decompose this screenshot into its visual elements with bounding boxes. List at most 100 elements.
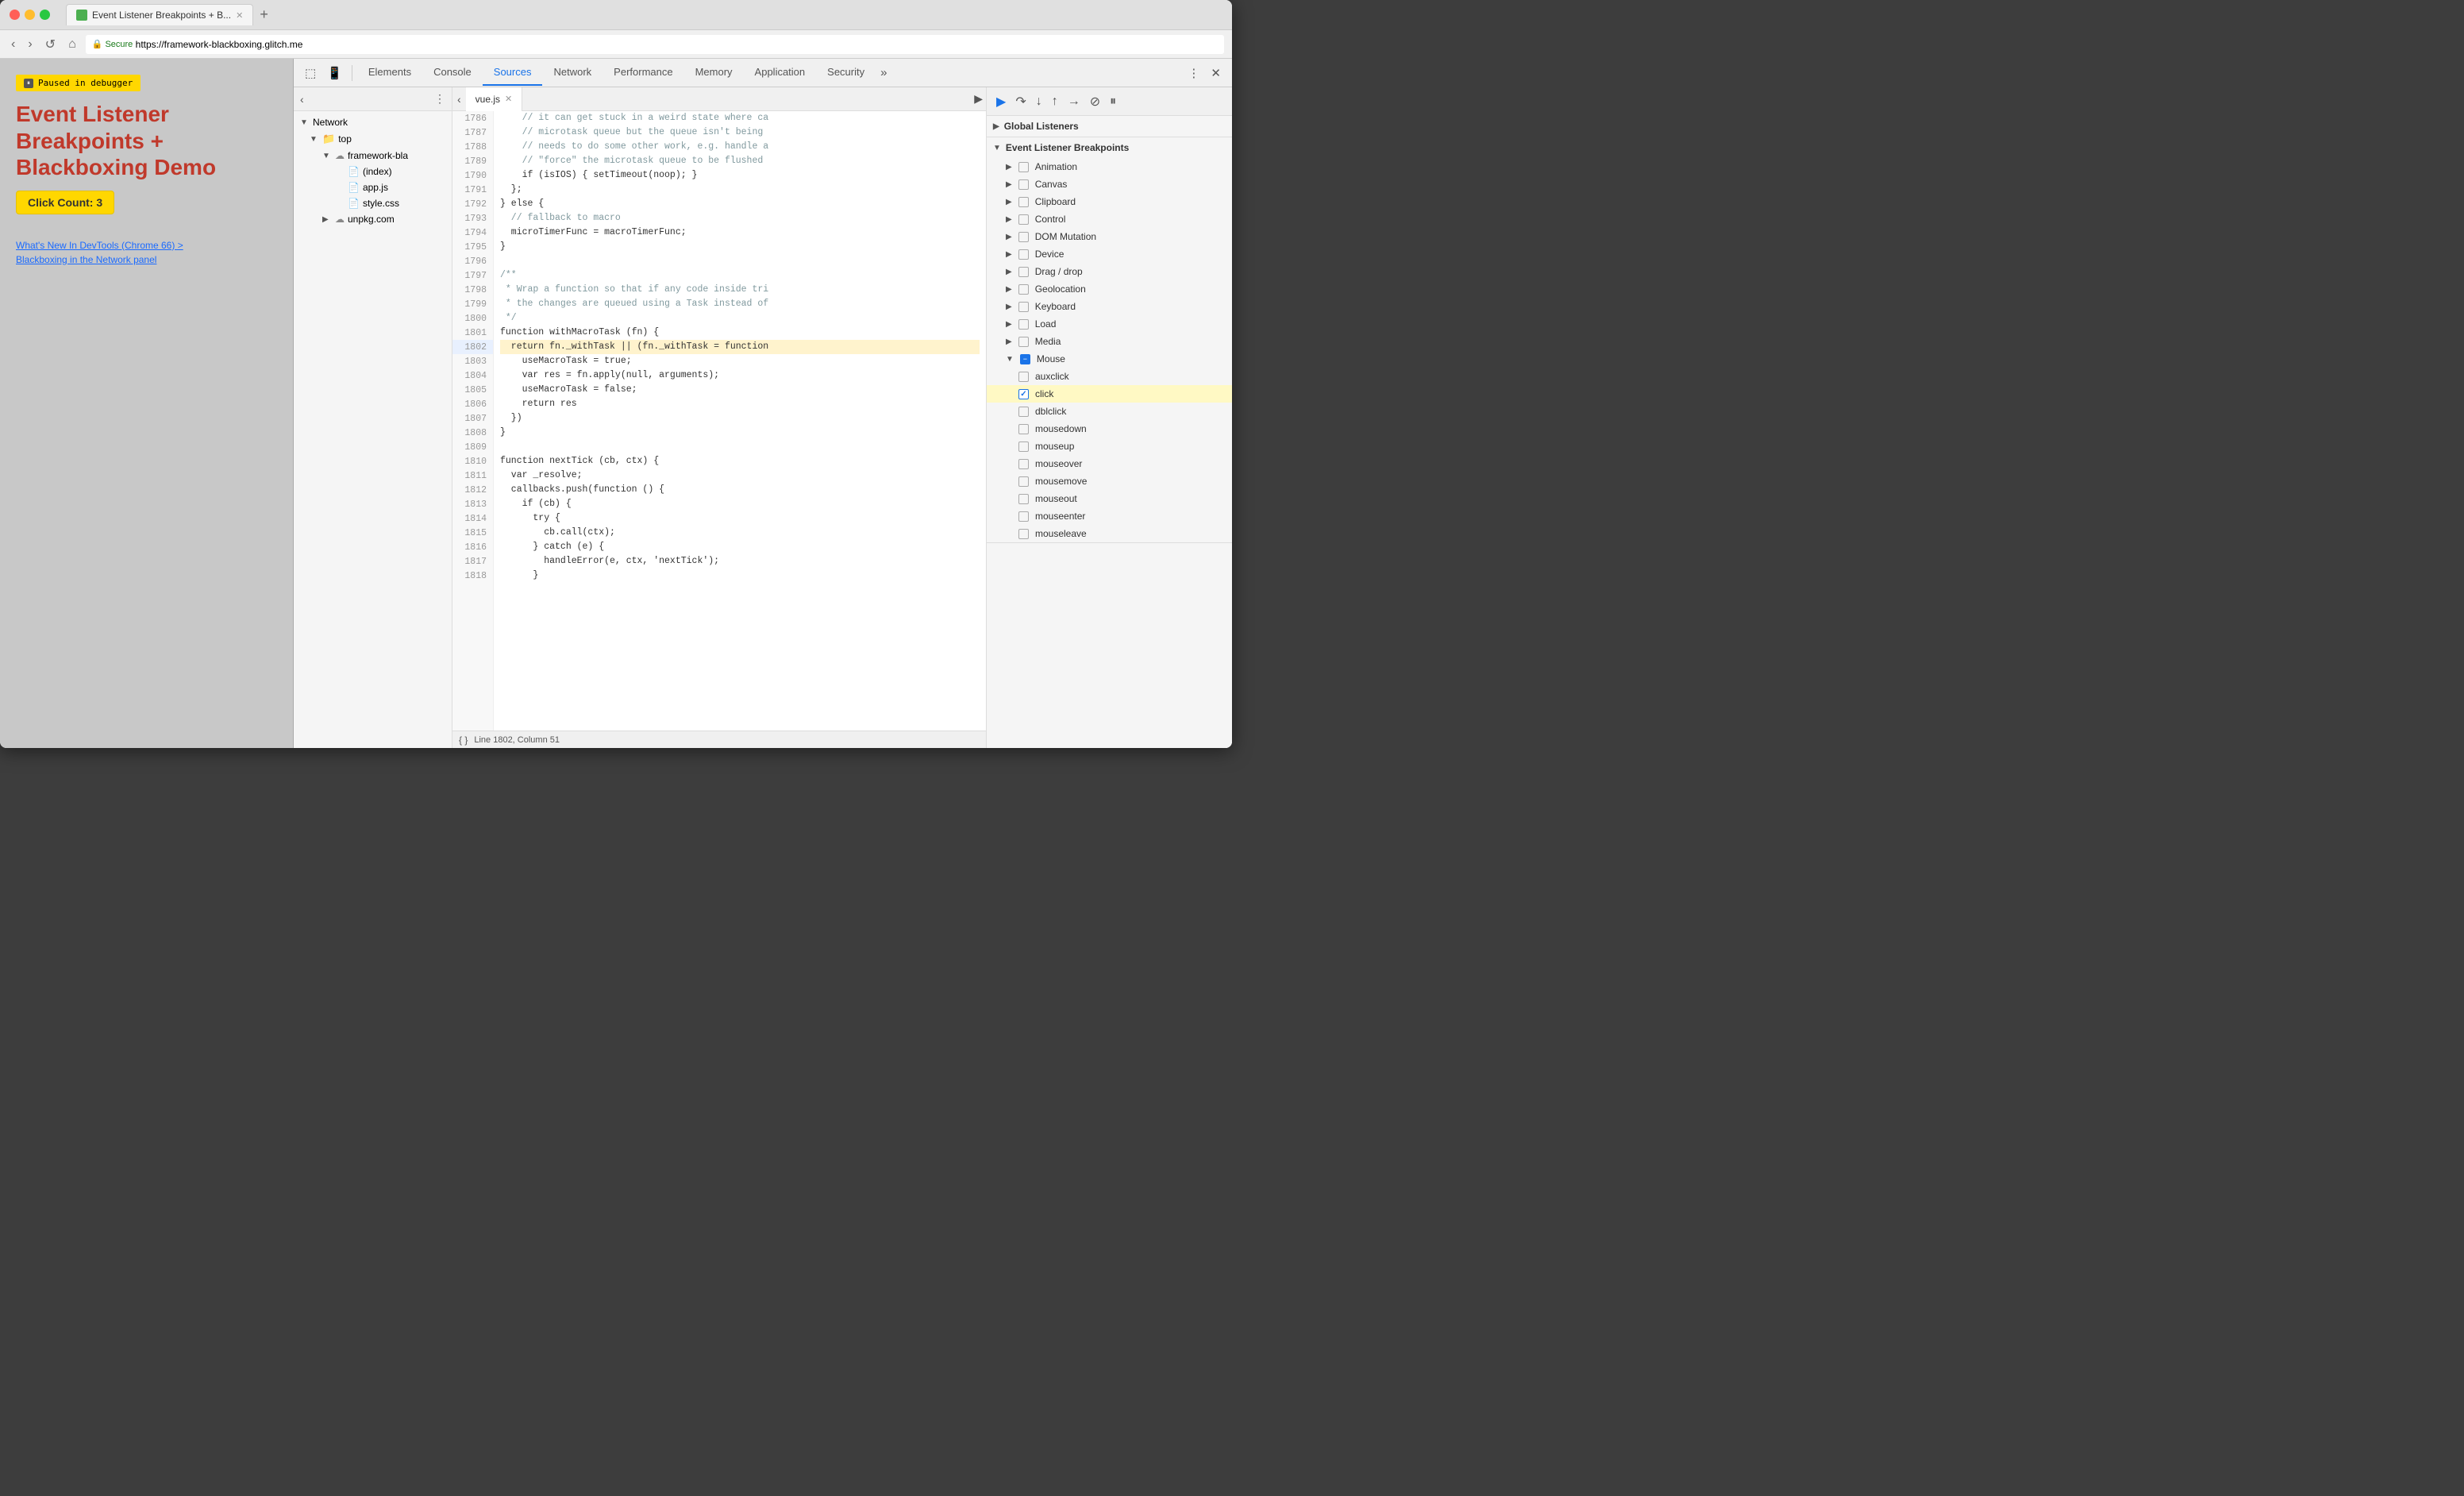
- global-listeners-header[interactable]: ▶ Global Listeners: [987, 116, 1232, 137]
- bp-auxclick[interactable]: auxclick: [987, 368, 1232, 385]
- close-devtools-button[interactable]: ✕: [1206, 63, 1226, 83]
- bp-mousemove[interactable]: mousemove: [987, 472, 1232, 490]
- bp-mousedown[interactable]: mousedown: [987, 420, 1232, 438]
- devtools-tabs: Elements Console Sources Network Perform…: [357, 60, 1182, 86]
- tab-application[interactable]: Application: [744, 60, 817, 86]
- devtools-link[interactable]: What's New In DevTools (Chrome 66) >: [16, 240, 277, 251]
- animation-checkbox[interactable]: [1018, 162, 1029, 172]
- bp-drag-drop[interactable]: ▶ Drag / drop: [987, 263, 1232, 280]
- tab-security[interactable]: Security: [816, 60, 876, 86]
- source-tab-close[interactable]: ✕: [505, 94, 512, 104]
- close-button[interactable]: [10, 10, 20, 20]
- pause-on-exceptions-button[interactable]: ⏸: [1107, 91, 1119, 112]
- bp-keyboard[interactable]: ▶ Keyboard: [987, 298, 1232, 315]
- bp-mouseover[interactable]: mouseover: [987, 455, 1232, 472]
- mouseup-checkbox[interactable]: [1018, 441, 1029, 452]
- new-tab-button[interactable]: +: [253, 6, 275, 23]
- bp-dblclick[interactable]: dblclick: [987, 403, 1232, 420]
- minimize-button[interactable]: [25, 10, 35, 20]
- geolocation-checkbox[interactable]: [1018, 284, 1029, 295]
- mousedown-checkbox[interactable]: [1018, 424, 1029, 434]
- mousemove-checkbox[interactable]: [1018, 476, 1029, 487]
- bp-click[interactable]: ✓ click: [987, 385, 1232, 403]
- step-into-button[interactable]: ↓: [1033, 91, 1045, 112]
- canvas-checkbox[interactable]: [1018, 179, 1029, 190]
- event-listener-header[interactable]: ▼ Event Listener Breakpoints: [987, 137, 1232, 158]
- deactivate-breakpoints-button[interactable]: ⊘: [1087, 91, 1103, 113]
- bp-media[interactable]: ▶ Media: [987, 333, 1232, 350]
- mouse-checkbox[interactable]: −: [1020, 354, 1030, 364]
- bp-device[interactable]: ▶ Device: [987, 245, 1232, 263]
- device-toolbar-button[interactable]: 📱: [322, 63, 347, 83]
- bp-dom-mutation[interactable]: ▶ DOM Mutation: [987, 228, 1232, 245]
- tab-memory[interactable]: Memory: [684, 60, 744, 86]
- more-tabs-button[interactable]: »: [876, 63, 891, 83]
- mouseenter-checkbox[interactable]: [1018, 511, 1029, 522]
- step-out-button[interactable]: ↑: [1049, 91, 1061, 112]
- bp-mouse[interactable]: ▼ − Mouse: [987, 350, 1232, 368]
- load-checkbox[interactable]: [1018, 319, 1029, 330]
- resume-button[interactable]: ▶: [993, 91, 1009, 113]
- step-button[interactable]: →: [1065, 91, 1084, 112]
- source-tab-vuejs[interactable]: vue.js ✕: [466, 87, 523, 111]
- drag-drop-checkbox[interactable]: [1018, 267, 1029, 277]
- bp-geolocation[interactable]: ▶ Geolocation: [987, 280, 1232, 298]
- format-button[interactable]: { }: [459, 735, 468, 746]
- customize-devtools-button[interactable]: ⋮: [1183, 63, 1204, 83]
- click-checkbox[interactable]: ✓: [1018, 389, 1029, 399]
- file-tree-stylecss[interactable]: ▶ 📄 style.css: [294, 195, 452, 211]
- line-number-1811: 1811: [452, 468, 493, 483]
- reload-button[interactable]: ↺: [42, 35, 59, 54]
- maximize-button[interactable]: [40, 10, 50, 20]
- mouseleave-checkbox[interactable]: [1018, 529, 1029, 539]
- file-tree-index[interactable]: ▶ 📄 (index): [294, 164, 452, 179]
- code-area[interactable]: // it can get stuck in a weird state whe…: [494, 111, 986, 731]
- mouseout-checkbox[interactable]: [1018, 494, 1029, 504]
- forward-button[interactable]: ›: [25, 36, 35, 53]
- click-count: Click Count: 3: [16, 191, 114, 214]
- browser-tab[interactable]: Event Listener Breakpoints + B... ✕: [66, 4, 253, 25]
- file-tree-network[interactable]: ▼ Network: [294, 114, 452, 130]
- dblclick-checkbox[interactable]: [1018, 407, 1029, 417]
- tab-network[interactable]: Network: [542, 60, 603, 86]
- back-button[interactable]: ‹: [8, 36, 18, 53]
- source-back-button[interactable]: ‹: [452, 93, 466, 106]
- keyboard-checkbox[interactable]: [1018, 302, 1029, 312]
- file-tree-unpkg[interactable]: ▶ ☁ unpkg.com: [294, 211, 452, 227]
- line-number-1794: 1794: [452, 226, 493, 240]
- bp-canvas[interactable]: ▶ Canvas: [987, 175, 1232, 193]
- bp-mouseout[interactable]: mouseout: [987, 490, 1232, 507]
- inspect-element-button[interactable]: ⬚: [300, 63, 321, 83]
- tab-performance[interactable]: Performance: [603, 60, 683, 86]
- file-tree-appjs[interactable]: ▶ 📄 app.js: [294, 179, 452, 195]
- file-tree-top[interactable]: ▼ 📁 top: [294, 130, 452, 148]
- tab-console[interactable]: Console: [422, 60, 483, 86]
- file-tree-framework[interactable]: ▼ ☁ framework-bla: [294, 148, 452, 164]
- paused-label: Paused in debugger: [38, 78, 133, 88]
- bp-load[interactable]: ▶ Load: [987, 315, 1232, 333]
- bp-mouseleave[interactable]: mouseleave: [987, 525, 1232, 542]
- tab-close-button[interactable]: ✕: [236, 10, 243, 21]
- source-nav-prev[interactable]: ▶: [971, 89, 986, 109]
- bp-control[interactable]: ▶ Control: [987, 210, 1232, 228]
- media-checkbox[interactable]: [1018, 337, 1029, 347]
- file-panel-more-button[interactable]: ⋮: [434, 92, 445, 106]
- clipboard-checkbox[interactable]: [1018, 197, 1029, 207]
- bp-clipboard[interactable]: ▶ Clipboard: [987, 193, 1232, 210]
- tab-sources[interactable]: Sources: [483, 60, 543, 86]
- dom-mutation-checkbox[interactable]: [1018, 232, 1029, 242]
- mouse-label: Mouse: [1037, 353, 1065, 364]
- mouseover-checkbox[interactable]: [1018, 459, 1029, 469]
- device-checkbox[interactable]: [1018, 249, 1029, 260]
- blackboxing-link[interactable]: Blackboxing in the Network panel: [16, 254, 277, 265]
- bp-mouseenter[interactable]: mouseenter: [987, 507, 1232, 525]
- address-input[interactable]: 🔒 Secure https://framework-blackboxing.g…: [86, 35, 1224, 54]
- auxclick-checkbox[interactable]: [1018, 372, 1029, 382]
- bp-mouseup[interactable]: mouseup: [987, 438, 1232, 455]
- tab-elements[interactable]: Elements: [357, 60, 422, 86]
- control-checkbox[interactable]: [1018, 214, 1029, 225]
- home-button[interactable]: ⌂: [65, 36, 79, 53]
- bp-animation[interactable]: ▶ Animation: [987, 158, 1232, 175]
- file-panel-back-button[interactable]: ‹: [300, 93, 304, 106]
- step-over-button[interactable]: ↷: [1012, 91, 1029, 113]
